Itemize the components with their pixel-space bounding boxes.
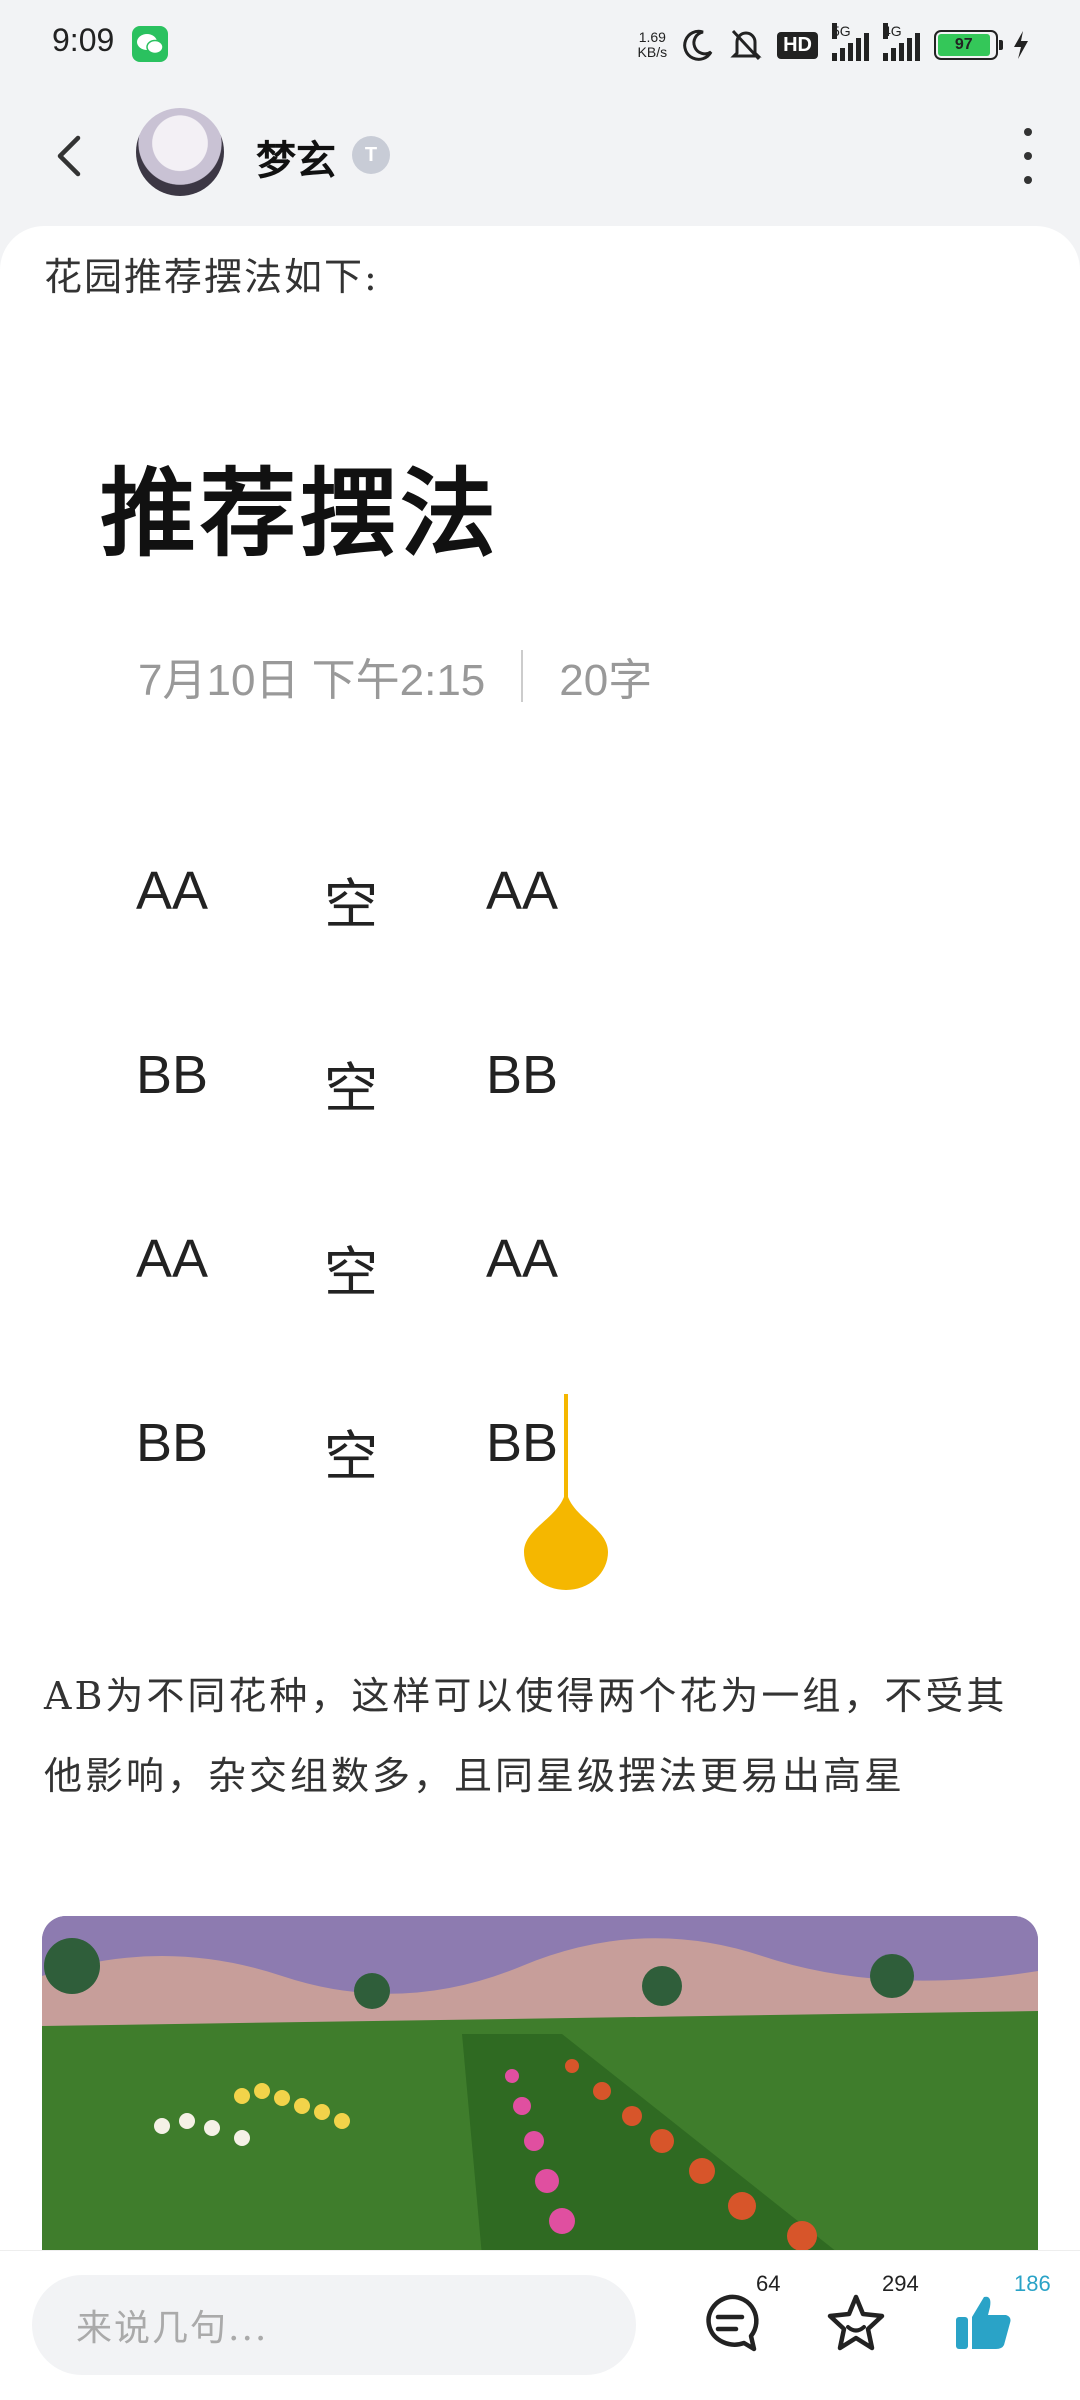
layout-cell: AA (486, 861, 559, 921)
layout-cell: AA (136, 861, 209, 921)
user-level-badge: T (352, 136, 390, 174)
bottom-bar: 来说几句... 64 294 186 (0, 2250, 1080, 2400)
comment-count: 64 (756, 2271, 781, 2296)
signal-icon: 4G (883, 23, 920, 61)
back-button[interactable] (44, 126, 104, 186)
layout-cell: 空 (324, 1425, 378, 1488)
back-arrow-icon (57, 135, 81, 177)
more-vertical-icon (1024, 128, 1032, 136)
comment-input[interactable]: 来说几句... (32, 2275, 636, 2375)
layout-cell: BB (486, 1045, 559, 1105)
layout-cell: 空 (324, 1057, 378, 1120)
moon-icon (683, 29, 713, 61)
charging-icon (1014, 31, 1028, 59)
comment-button[interactable]: 64 (698, 2271, 780, 2361)
avatar[interactable] (136, 108, 224, 196)
battery-icon: 97 (934, 30, 1003, 60)
note-date: 7月10日 下午2:15 (138, 656, 486, 705)
thumbs-up-icon (956, 2296, 1011, 2349)
layout-cell: 空 (324, 873, 378, 936)
layout-cell: BB (486, 1413, 559, 1473)
signal-label-5g: 5G (832, 23, 851, 39)
status-time: 9:09 (52, 22, 115, 58)
net-speed: 1.69 KB/s (638, 30, 668, 60)
bell-off-icon (730, 29, 762, 61)
favorite-button[interactable]: 294 (824, 2271, 919, 2361)
game-screenshot[interactable] (42, 1916, 1038, 2250)
layout-cell: BB (136, 1045, 209, 1105)
wechat-icon (132, 26, 168, 62)
post-intro: 花园推荐摆法如下: (44, 255, 379, 299)
like-count: 186 (1014, 2271, 1051, 2296)
note-title: 推荐摆法 (100, 457, 500, 570)
post-description: AB为不同花种，这样可以使得两个花为一组，不受其他影响，杂交组数多，且同星级摆法… (44, 1674, 1008, 1798)
battery-level: 97 (938, 34, 990, 56)
like-button[interactable]: 186 (952, 2271, 1051, 2361)
favorite-count: 294 (882, 2271, 919, 2296)
net-speed-unit: KB/s (637, 44, 668, 60)
note-meta-divider (521, 650, 524, 702)
status-icons: 1.69 KB/s HD 5G 4G 97 (638, 22, 1030, 68)
layout-cell: 空 (324, 1241, 378, 1304)
note-word-count: 20字 (559, 656, 653, 705)
more-button[interactable] (1012, 128, 1044, 184)
status-bar: 9:09 1.69 KB/s HD 5G 4G 97 (0, 0, 1080, 90)
net-speed-value: 1.69 (638, 29, 666, 45)
garden-scene (42, 1916, 1038, 2250)
star-icon (827, 2294, 885, 2351)
username[interactable]: 梦玄 (256, 128, 336, 186)
layout-cell: AA (136, 1229, 209, 1289)
layout-cell: AA (486, 1229, 559, 1289)
signal-icon: 5G (832, 23, 869, 61)
note-meta: 7月10日 下午2:15 20字 (138, 644, 652, 708)
post-content: 花园推荐摆法如下: 推荐摆法 7月10日 下午2:15 20字 AA 空 AA … (0, 226, 1080, 2250)
signal-label-4g: 4G (883, 23, 902, 39)
hd-badge: HD (777, 31, 818, 59)
header: 梦玄 T (0, 100, 1080, 220)
layout-cell: BB (136, 1413, 209, 1473)
comment-icon (706, 2294, 759, 2352)
cursor-handle-icon (524, 1486, 608, 1590)
